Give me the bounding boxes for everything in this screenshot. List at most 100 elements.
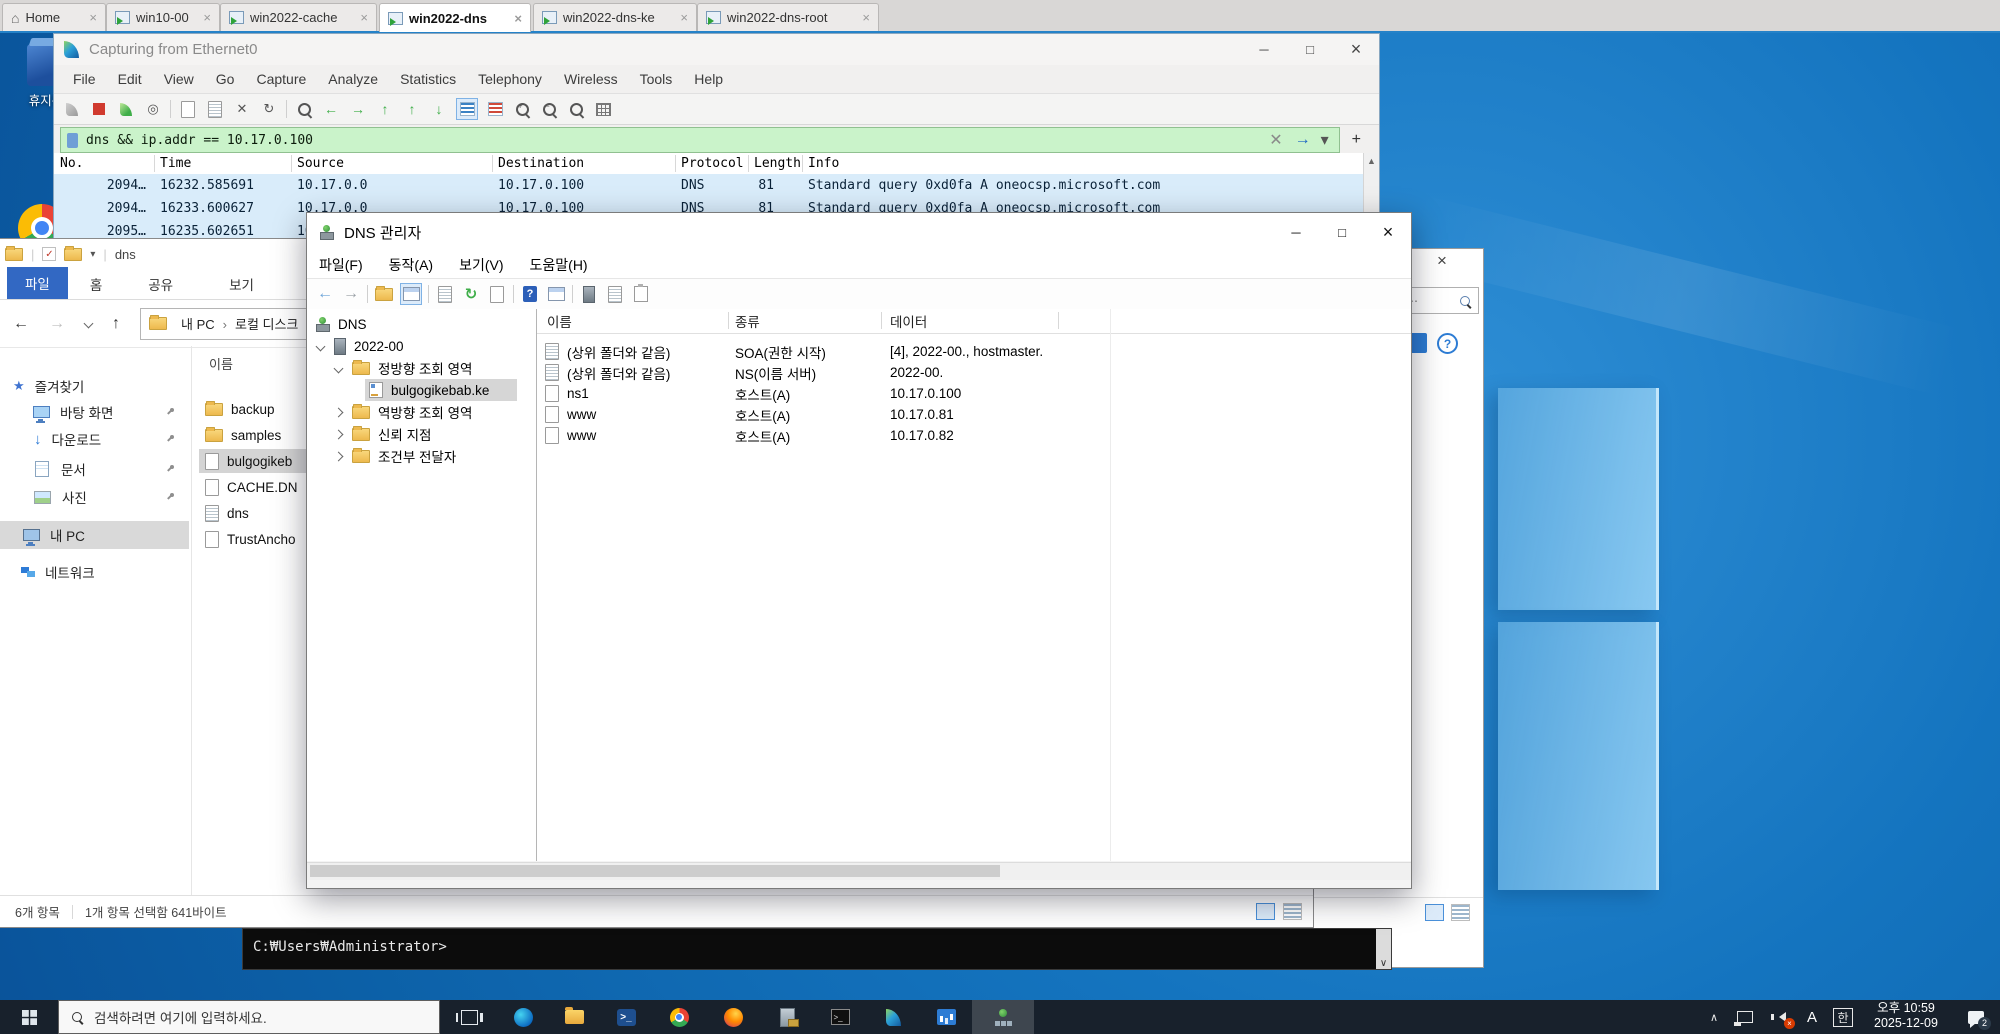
taskbar-wireshark[interactable] [866, 1000, 920, 1034]
nav-up-icon[interactable]: ↑ [102, 315, 130, 333]
menu-file[interactable]: File [62, 71, 107, 87]
tray-volume[interactable]: × [1762, 1000, 1798, 1034]
packet-list-header[interactable]: No. Time Source Destination Protocol Len… [54, 153, 1363, 175]
col-data[interactable]: 데이터 [890, 309, 927, 333]
record-list-icon[interactable] [608, 285, 622, 303]
col-name[interactable]: 이름 [547, 309, 572, 333]
menu-tools[interactable]: Tools [629, 71, 684, 87]
record-row-soa[interactable]: (상위 폴더와 같음) SOA(권한 시작) [4], 2022-00., ho… [537, 341, 1411, 362]
open-file-icon[interactable] [181, 100, 195, 118]
breadcrumb-localdisk[interactable]: 로컬 디스크 [219, 314, 303, 333]
quick-access-check-icon[interactable]: ✓ [42, 247, 57, 261]
go-last-icon[interactable]: ↓ [429, 99, 449, 119]
export-list-icon[interactable] [490, 285, 504, 303]
dns-title-bar[interactable]: DNS 관리자 ─ □ × [307, 213, 1411, 251]
cmd-scrollbar[interactable]: ∨ [1376, 929, 1391, 969]
col-time[interactable]: Time [160, 153, 191, 174]
file-list-header-name[interactable]: 이름 [209, 354, 233, 373]
maximize-button[interactable]: □ [1287, 34, 1333, 65]
nav-history-icon[interactable] [83, 318, 94, 329]
back-icon[interactable]: ← [315, 284, 335, 304]
restart-capture-icon[interactable] [120, 102, 132, 116]
tree-node-server[interactable]: 2022-00 [307, 335, 404, 357]
tab-close-icon[interactable]: × [852, 10, 870, 25]
col-no[interactable]: No. [60, 153, 83, 174]
tab-win2022-dns[interactable]: win2022-dns × [379, 3, 531, 32]
show-in-tree-icon[interactable] [375, 285, 393, 301]
capture-options-icon[interactable]: ◎ [143, 99, 163, 119]
menu-action[interactable]: 동작(A) [389, 255, 433, 275]
menu-statistics[interactable]: Statistics [389, 71, 467, 87]
go-back-icon[interactable]: ← [321, 99, 341, 119]
tab-home[interactable]: 홈 [76, 269, 116, 299]
tree-node-forward-zones[interactable]: 정방향 조회 영역 [307, 357, 472, 379]
sidebar-item-documents[interactable]: 문서 [0, 456, 189, 482]
save-file-icon[interactable] [208, 100, 222, 118]
cmd-window[interactable]: C:₩Users₩Administrator> ∨ [242, 928, 1392, 970]
go-to-packet-icon[interactable]: ↑ [375, 99, 395, 119]
filter-apply-icon[interactable]: → [1289, 131, 1317, 149]
taskbar-chrome[interactable] [652, 1000, 706, 1034]
tab-close-icon[interactable]: × [350, 10, 368, 25]
menu-view[interactable]: 보기(V) [459, 255, 503, 275]
tree-node-trust-points[interactable]: 신뢰 지점 [307, 423, 431, 445]
taskbar-edge[interactable] [498, 1000, 548, 1034]
tray-network[interactable] [1728, 1000, 1762, 1034]
menu-view[interactable]: View [153, 71, 205, 87]
sidebar-item-this-pc[interactable]: 내 PC [0, 521, 189, 549]
tray-ime-latin[interactable]: A [1798, 1000, 1826, 1034]
colorize-icon[interactable] [487, 102, 503, 116]
pane-divider[interactable] [191, 346, 192, 895]
new-window-icon[interactable] [547, 287, 565, 301]
display-filter-input[interactable]: dns && ip.addr == 10.17.0.100 ✕ → ▾ [60, 127, 1340, 153]
tab-close-icon[interactable]: × [193, 10, 211, 25]
tab-close-icon[interactable]: × [670, 10, 688, 25]
tab-view[interactable]: 보기 [215, 269, 268, 299]
maximize-button[interactable]: □ [1319, 213, 1365, 251]
tree-node-dns-root[interactable]: DNS [307, 313, 367, 335]
zoom-reset-icon[interactable] [569, 102, 583, 116]
menu-help[interactable]: Help [683, 71, 734, 87]
filter-bookmark-icon[interactable] [67, 132, 78, 148]
nav-forward-icon[interactable]: → [39, 315, 75, 333]
tab-file[interactable]: 파일 [7, 267, 68, 299]
close-capture-icon[interactable]: ✕ [232, 99, 252, 119]
help-icon[interactable]: ? [1437, 333, 1458, 354]
forward-icon[interactable]: → [341, 284, 361, 304]
col-protocol[interactable]: Protocol [681, 153, 744, 174]
menu-file[interactable]: 파일(F) [319, 255, 363, 275]
quick-access-folder-icon[interactable] [64, 245, 83, 261]
minimize-button[interactable]: ─ [1273, 213, 1319, 251]
wireshark-title-bar[interactable]: Capturing from Ethernet0 ─ □ × [54, 34, 1379, 65]
sidebar-item-desktop[interactable]: 바탕 화면 [0, 399, 189, 425]
dns-horizontal-scrollbar[interactable] [307, 862, 1411, 880]
file-row-bulgogikebab[interactable]: bulgogikeb [199, 449, 317, 473]
zoom-out-icon[interactable]: − [542, 101, 556, 116]
expand-icon[interactable] [333, 451, 344, 461]
zoom-in-icon[interactable]: + [515, 101, 529, 116]
expand-icon[interactable] [333, 429, 344, 439]
taskbar-server-manager[interactable] [760, 1000, 814, 1034]
close-button[interactable]: × [1333, 34, 1379, 65]
auto-scroll-icon[interactable] [459, 102, 475, 116]
reload-icon[interactable]: ↻ [259, 99, 279, 119]
filter-dropdown-icon[interactable]: ▾ [1317, 130, 1333, 150]
details-view-toggle[interactable] [1256, 903, 1275, 920]
col-source[interactable]: Source [297, 153, 344, 174]
refresh-icon[interactable]: ↻ [461, 284, 481, 304]
tab-home[interactable]: ⌂ Home × [2, 3, 106, 31]
tab-win2022-cache[interactable]: win2022-cache × [220, 3, 377, 31]
tab-win2022-dns-root[interactable]: win2022-dns-root × [697, 3, 879, 31]
scrollbar-thumb[interactable] [310, 865, 1000, 877]
minimize-button[interactable]: ─ [1241, 34, 1287, 65]
close-icon[interactable]: × [1437, 251, 1447, 271]
record-row-www-81[interactable]: www 호스트(A) 10.17.0.81 [537, 404, 1411, 425]
col-type[interactable]: 종류 [735, 309, 760, 333]
console-pane-icon[interactable] [402, 287, 420, 301]
taskbar-photos[interactable] [920, 1000, 972, 1034]
tray-expand-button[interactable]: ∧ [1700, 1000, 1728, 1034]
tree-node-reverse-zones[interactable]: 역방향 조회 영역 [307, 401, 472, 423]
go-first-icon[interactable]: ↑ [402, 99, 422, 119]
find-packet-icon[interactable] [297, 102, 311, 116]
sidebar-item-quick-access[interactable]: ★ 즐겨찾기 [0, 373, 189, 399]
